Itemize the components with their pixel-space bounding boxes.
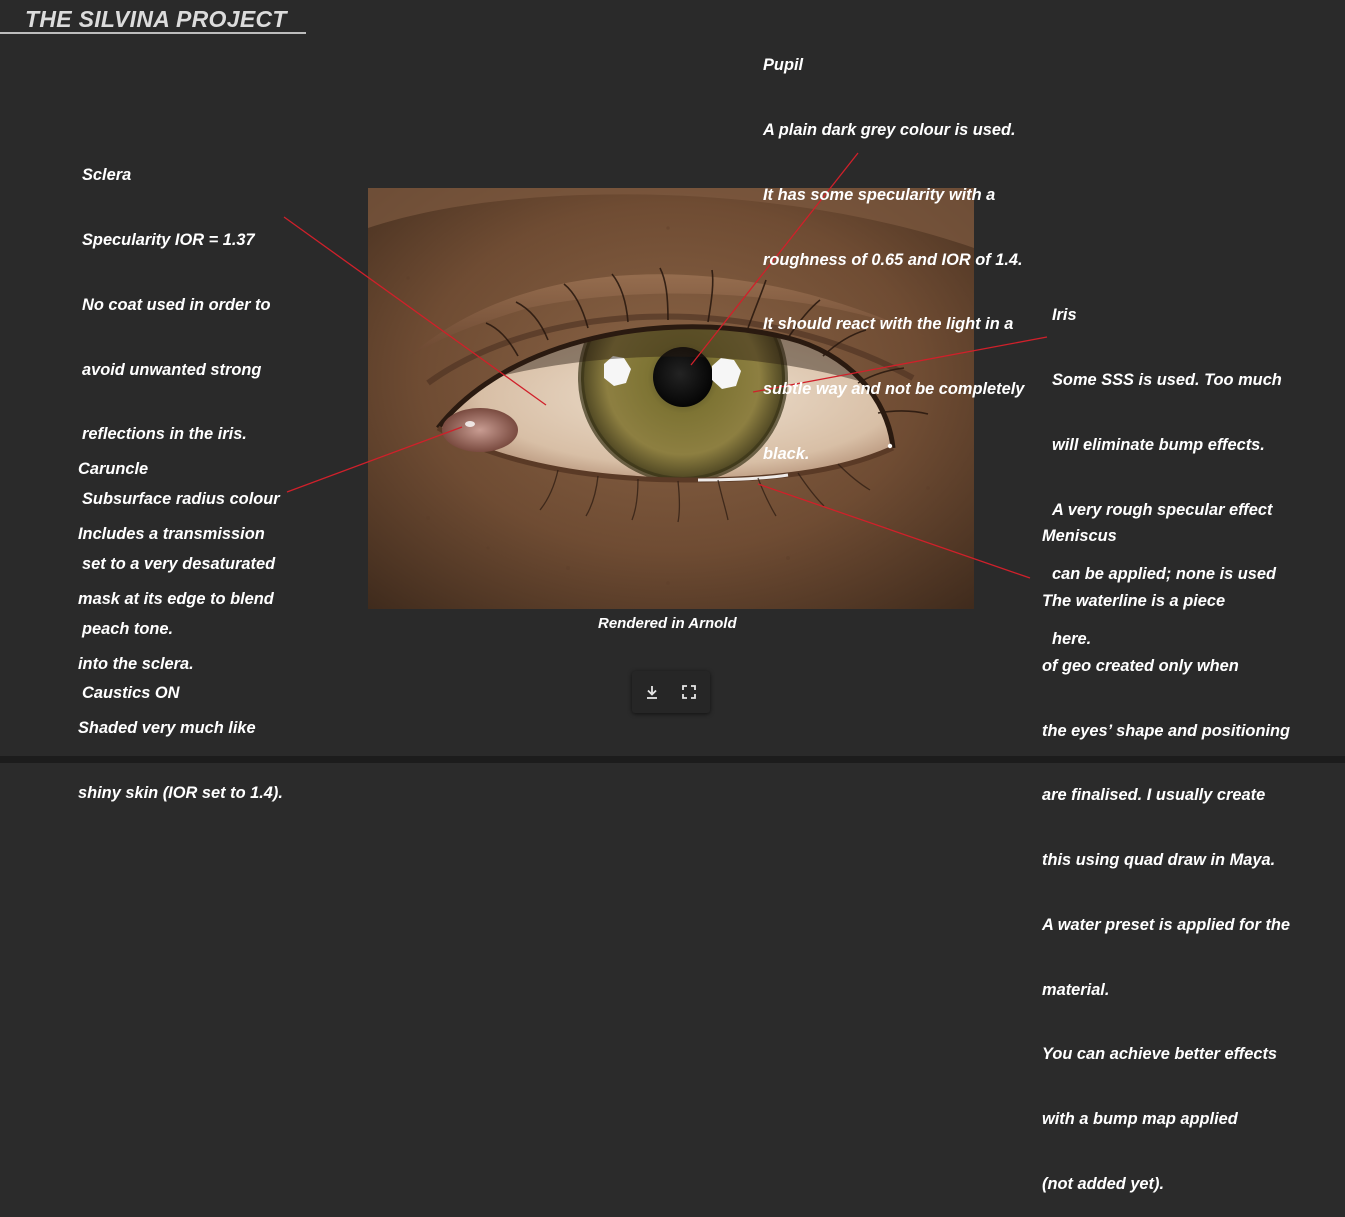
sclera-note-line: No coat used in order to xyxy=(82,295,271,314)
meniscus-note-line: A water preset is applied for the xyxy=(1042,915,1291,934)
pupil-note-heading: Pupil xyxy=(763,56,804,75)
pupil-note-line: subtle way and not be completely xyxy=(763,380,1025,399)
meniscus-note-line: The waterline is a piece xyxy=(1042,591,1226,610)
caruncle-note: Caruncle Includes a transmission mask at… xyxy=(78,416,283,826)
meniscus-note-line: with a bump map applied xyxy=(1042,1110,1238,1129)
iris-note-heading: Iris xyxy=(1052,306,1077,325)
meniscus-note-line: the eyes’ shape and positioning xyxy=(1042,721,1291,740)
meniscus-note-heading: Meniscus xyxy=(1042,527,1117,546)
meniscus-note: Meniscus The waterline is a piece of geo… xyxy=(1042,483,1290,1217)
fullscreen-button[interactable] xyxy=(677,680,701,704)
pupil-note-line: A plain dark grey colour is used. xyxy=(763,120,1016,139)
meniscus-note-line: (not added yet). xyxy=(1042,1175,1165,1193)
iris-note-line: Some SSS is used. Too much xyxy=(1052,370,1282,389)
title-underline xyxy=(0,32,306,34)
pupil-note-line: It has some specularity with a xyxy=(763,185,996,204)
caruncle-note-heading: Caruncle xyxy=(78,460,149,479)
caruncle-note-line: Includes a transmission xyxy=(78,524,265,543)
fullscreen-icon xyxy=(682,685,696,699)
meniscus-note-line: You can achieve better effects xyxy=(1042,1045,1278,1064)
meniscus-note-line: material. xyxy=(1042,980,1110,999)
sclera-note-heading: Sclera xyxy=(82,166,132,185)
download-button[interactable] xyxy=(640,680,664,704)
caruncle-note-line: mask at its edge to blend xyxy=(78,589,274,608)
slide-title: THE SILVINA PROJECT xyxy=(25,6,287,32)
sclera-note-line: avoid unwanted strong xyxy=(82,360,262,379)
meniscus-note-line: this using quad draw in Maya. xyxy=(1042,851,1276,870)
caruncle-note-line: Shaded very much like xyxy=(78,719,256,738)
caruncle-note-line: into the sclera. xyxy=(78,654,194,673)
download-icon xyxy=(647,686,657,699)
iris-note-line: will eliminate bump effects. xyxy=(1052,435,1265,454)
pupil-note-line: roughness of 0.65 and IOR of 1.4. xyxy=(763,250,1023,269)
pupil-note-line: black. xyxy=(763,444,810,463)
meniscus-note-line: are finalised. I usually create xyxy=(1042,786,1266,805)
meniscus-note-line: of geo created only when xyxy=(1042,656,1239,675)
image-viewer-toolbar xyxy=(632,671,710,713)
image-caption: Rendered in Arnold xyxy=(598,615,737,632)
sclera-note-line: Specularity IOR = 1.37 xyxy=(82,230,255,249)
caruncle-note-line: shiny skin (IOR set to 1.4). xyxy=(78,784,283,803)
pupil-note-line: It should react with the light in a xyxy=(763,315,1014,334)
pupil-note: Pupil A plain dark grey colour is used. … xyxy=(763,12,1024,487)
